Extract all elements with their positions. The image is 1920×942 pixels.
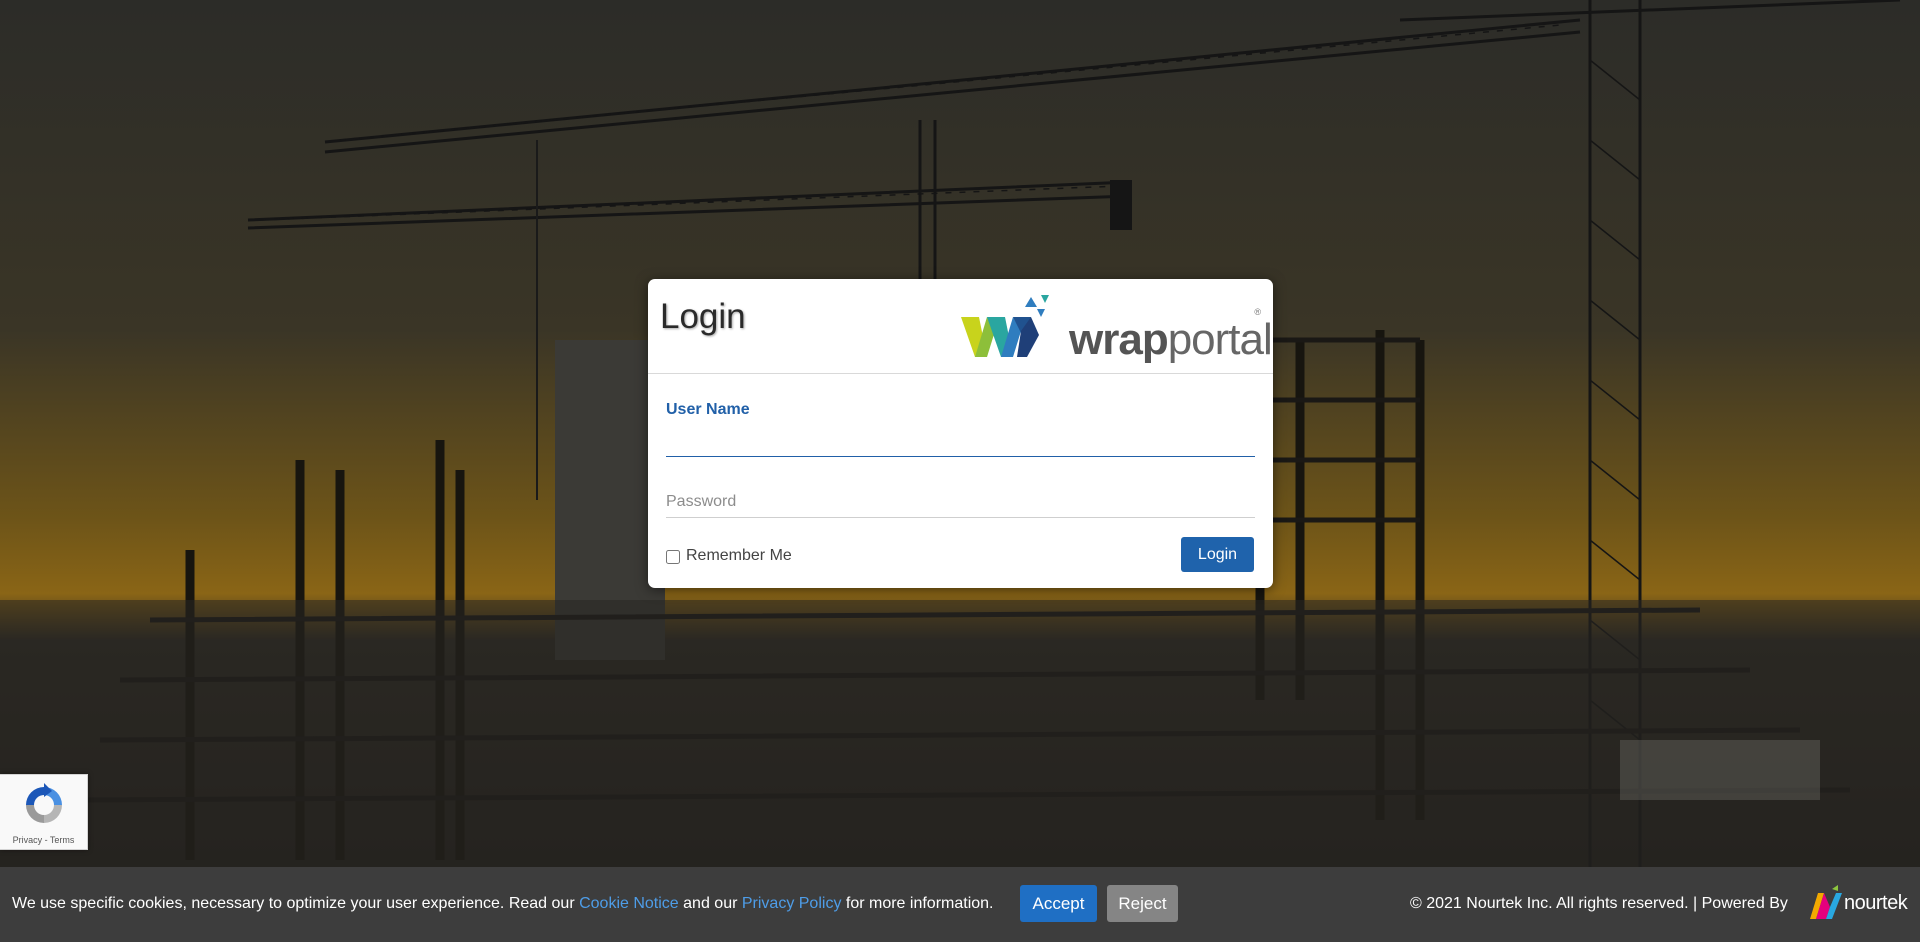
page-title: Login [660,297,746,336]
wrapportal-logo-mark-icon [961,295,1049,357]
recaptcha-badge[interactable]: Privacy - Terms [0,774,88,850]
username-input[interactable] [666,423,1255,457]
nourtek-logo-icon [1810,885,1842,919]
recaptcha-privacy-terms-links[interactable]: Privacy - Terms [0,835,87,845]
wrapportal-logo: wrapportal ® [961,295,1273,365]
remember-me[interactable]: Remember Me [666,547,792,565]
privacy-policy-link[interactable]: Privacy Policy [742,895,842,912]
remember-me-checkbox[interactable] [666,549,680,564]
nourtek-logo-text: nourtek [1844,892,1908,914]
registered-mark: ® [1254,307,1261,317]
remember-me-label: Remember Me [686,547,792,564]
cookie-notice-link[interactable]: Cookie Notice [579,895,679,912]
accept-cookies-button[interactable]: Accept [1020,885,1097,922]
nourtek-logo[interactable]: nourtek [1808,885,1910,923]
cookie-consent-bar: We use specific cookies, necessary to op… [0,867,1920,942]
login-card-header: Login wrapportal ® [648,279,1273,374]
password-input[interactable] [666,486,1255,518]
login-card: Login wrapportal ® User Name Remember Me… [648,279,1273,588]
wrapportal-logo-text: wrapportal [1069,315,1273,364]
login-button[interactable]: Login [1181,537,1254,572]
reject-cookies-button[interactable]: Reject [1107,885,1178,922]
cookie-message: We use specific cookies, necessary to op… [12,895,994,912]
username-field: User Name [666,401,1255,457]
password-field [666,486,1255,518]
username-label: User Name [666,401,750,418]
copyright-text: © 2021 Nourtek Inc. All rights reserved.… [1410,895,1788,912]
recaptcha-icon [26,783,62,823]
